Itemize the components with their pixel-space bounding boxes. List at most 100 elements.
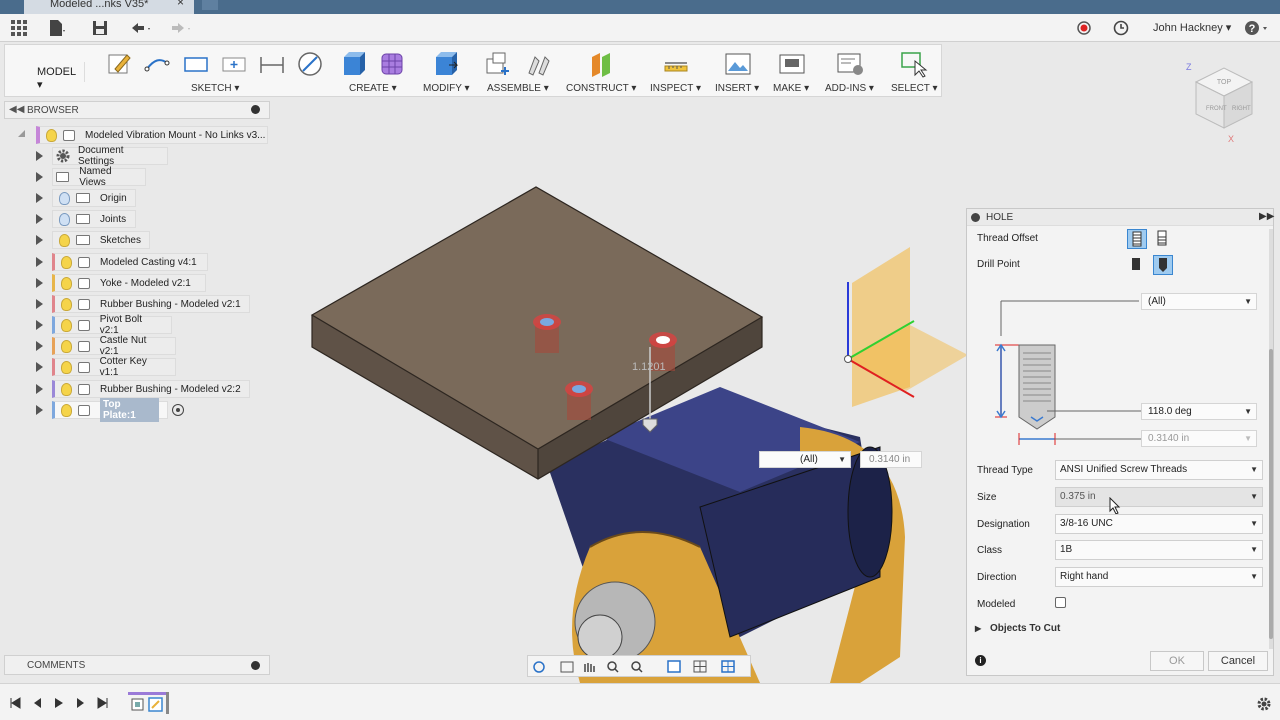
create-menu[interactable]: CREATE ▾ (349, 83, 397, 94)
expand-arrow-icon[interactable] (36, 278, 43, 288)
new-component-icon[interactable] (483, 49, 513, 79)
grid-settings-icon[interactable] (693, 660, 707, 673)
dimension-label[interactable]: 1.1201 (632, 361, 666, 373)
record-icon[interactable] (1076, 18, 1096, 38)
browser-item-modeled-casting[interactable]: Modeled Casting v4:1 (30, 253, 270, 271)
dialog-scrollbar[interactable] (1269, 229, 1273, 649)
browser-header[interactable]: ◀◀ BROWSER (4, 101, 270, 119)
size-select[interactable]: 0.375 in ▼ (1055, 487, 1263, 507)
browser-item-top-plate[interactable]: Top Plate:1 (30, 398, 270, 422)
visibility-bulb-icon[interactable] (61, 318, 72, 332)
pan-hand-icon[interactable] (584, 663, 595, 672)
info-icon[interactable]: i (975, 655, 986, 666)
press-pull-icon[interactable] (431, 49, 461, 79)
construct-menu[interactable]: CONSTRUCT ▾ (566, 83, 636, 94)
dialog-pin-icon[interactable] (971, 213, 980, 222)
look-at-icon[interactable] (560, 661, 574, 673)
make-menu[interactable]: MAKE ▾ (773, 83, 809, 94)
zoom-icon[interactable] (607, 661, 619, 673)
view-cube[interactable]: TOP FRONT RIGHT Z X (1184, 62, 1264, 144)
timeline-sketch-icon[interactable] (148, 697, 164, 713)
timeline-settings-gear-icon[interactable] (1256, 696, 1272, 712)
visibility-bulb-icon[interactable] (61, 403, 72, 417)
hole-marker-3[interactable] (565, 381, 593, 420)
expand-arrow-icon[interactable] (36, 384, 43, 394)
expand-arrow-icon[interactable] (36, 151, 43, 161)
scripts-addins-icon[interactable] (835, 49, 865, 79)
measure-icon[interactable] (661, 49, 691, 79)
sketch-menu[interactable]: SKETCH ▾ (191, 83, 239, 94)
hole-diameter-input[interactable]: 0.3140 in ▼ (1141, 430, 1257, 447)
rectangle-tool-icon[interactable] (181, 49, 211, 79)
expand-arrow-icon[interactable] (36, 341, 43, 351)
play-icon[interactable] (53, 697, 65, 709)
comments-pin-icon[interactable] (251, 661, 260, 670)
display-settings-icon[interactable] (667, 660, 681, 673)
hole-marker-1[interactable] (533, 314, 561, 353)
browser-item-rubber-bushing-2[interactable]: Rubber Bushing - Modeled v2:2 (30, 380, 270, 398)
browser-item-yoke[interactable]: Yoke - Modeled v2:1 (30, 274, 270, 292)
go-to-end-icon[interactable] (97, 697, 109, 709)
hole-dialog-header[interactable]: HOLE ▶▶ (967, 209, 1274, 226)
browser-item-rubber-bushing-1[interactable]: Rubber Bushing - Modeled v2:1 (30, 295, 270, 313)
inspect-menu[interactable]: INSPECT ▾ (650, 83, 701, 94)
class-select[interactable]: 1B ▼ (1055, 540, 1263, 560)
browser-item-cotter-key[interactable]: Cotter Key v1:1 (30, 356, 270, 378)
assemble-menu[interactable]: ASSEMBLE ▾ (487, 83, 549, 94)
cancel-button[interactable]: Cancel (1208, 651, 1268, 671)
orbit-icon[interactable] (533, 661, 545, 673)
expand-dialog-icon[interactable]: ▶▶ (1259, 211, 1274, 222)
collapse-browser-icon[interactable]: ◀◀ (9, 104, 24, 115)
insert-image-icon[interactable] (723, 49, 753, 79)
redo-icon[interactable] (166, 18, 190, 38)
zoom-window-icon[interactable] (631, 661, 643, 673)
thread-type-select[interactable]: ANSI Unified Screw Threads ▼ (1055, 460, 1263, 480)
thread-offset-full-icon[interactable] (1127, 229, 1147, 249)
direction-select[interactable]: Right hand ▼ (1055, 567, 1263, 587)
viewports-icon[interactable] (721, 660, 735, 673)
stop-sketch-icon[interactable] (295, 49, 325, 79)
select-tool-icon[interactable] (899, 49, 929, 79)
browser-item-named-views[interactable]: Named Views (30, 166, 270, 188)
visibility-bulb-icon[interactable] (59, 212, 70, 226)
document-tab[interactable]: Modeled ...nks V35* × (24, 0, 194, 14)
activate-component-icon[interactable] (172, 404, 184, 416)
help-icon[interactable]: ? (1243, 18, 1267, 38)
visibility-bulb-icon[interactable] (61, 360, 72, 374)
step-back-icon[interactable] (31, 697, 43, 709)
timeline-component-icon[interactable] (130, 697, 146, 713)
drill-angle-input[interactable]: 118.0 deg ▼ (1141, 403, 1257, 420)
browser-item-sketches[interactable]: Sketches (30, 231, 270, 249)
close-tab-icon[interactable]: × (177, 0, 184, 8)
expand-arrow-icon[interactable] (36, 405, 43, 415)
timeline-marker[interactable] (166, 692, 169, 714)
expand-arrow-icon[interactable] (36, 257, 43, 267)
extrude-icon[interactable] (339, 49, 369, 79)
visibility-bulb-icon[interactable] (61, 255, 72, 269)
dimension-tool-icon[interactable] (257, 49, 287, 79)
visibility-bulb-icon[interactable] (61, 339, 72, 353)
expand-arrow-icon[interactable] (36, 193, 43, 203)
3d-print-icon[interactable] (777, 49, 807, 79)
user-account-menu[interactable]: John Hackney ▾ (1153, 21, 1231, 34)
visibility-bulb-icon[interactable] (59, 191, 70, 205)
new-tab-button[interactable] (202, 0, 218, 10)
expand-arrow-icon[interactable] (36, 320, 43, 330)
create-sketch-icon[interactable] (105, 49, 135, 79)
expand-arrow-icon[interactable] (36, 235, 43, 245)
objects-to-cut-section[interactable]: ▶ Objects To Cut (975, 623, 1060, 634)
ok-button[interactable]: OK (1150, 651, 1204, 671)
expand-triangle-icon[interactable] (18, 130, 25, 137)
undo-icon[interactable] (126, 18, 150, 38)
browser-root-node[interactable]: Modeled Vibration Mount - No Links v3... (14, 126, 270, 144)
job-status-clock-icon[interactable] (1112, 18, 1132, 38)
designation-select[interactable]: 3/8-16 UNC ▼ (1055, 514, 1263, 534)
addins-menu[interactable]: ADD-INS ▾ (825, 83, 874, 94)
browser-item-joints[interactable]: Joints (30, 210, 270, 228)
visibility-bulb-icon[interactable] (61, 382, 72, 396)
modify-menu[interactable]: MODIFY ▾ (423, 83, 470, 94)
file-menu-icon[interactable] (46, 18, 66, 38)
expand-arrow-icon[interactable] (36, 362, 43, 372)
browser-item-castle-nut[interactable]: Castle Nut v2:1 (30, 335, 270, 357)
line-tool-icon[interactable] (143, 49, 173, 79)
